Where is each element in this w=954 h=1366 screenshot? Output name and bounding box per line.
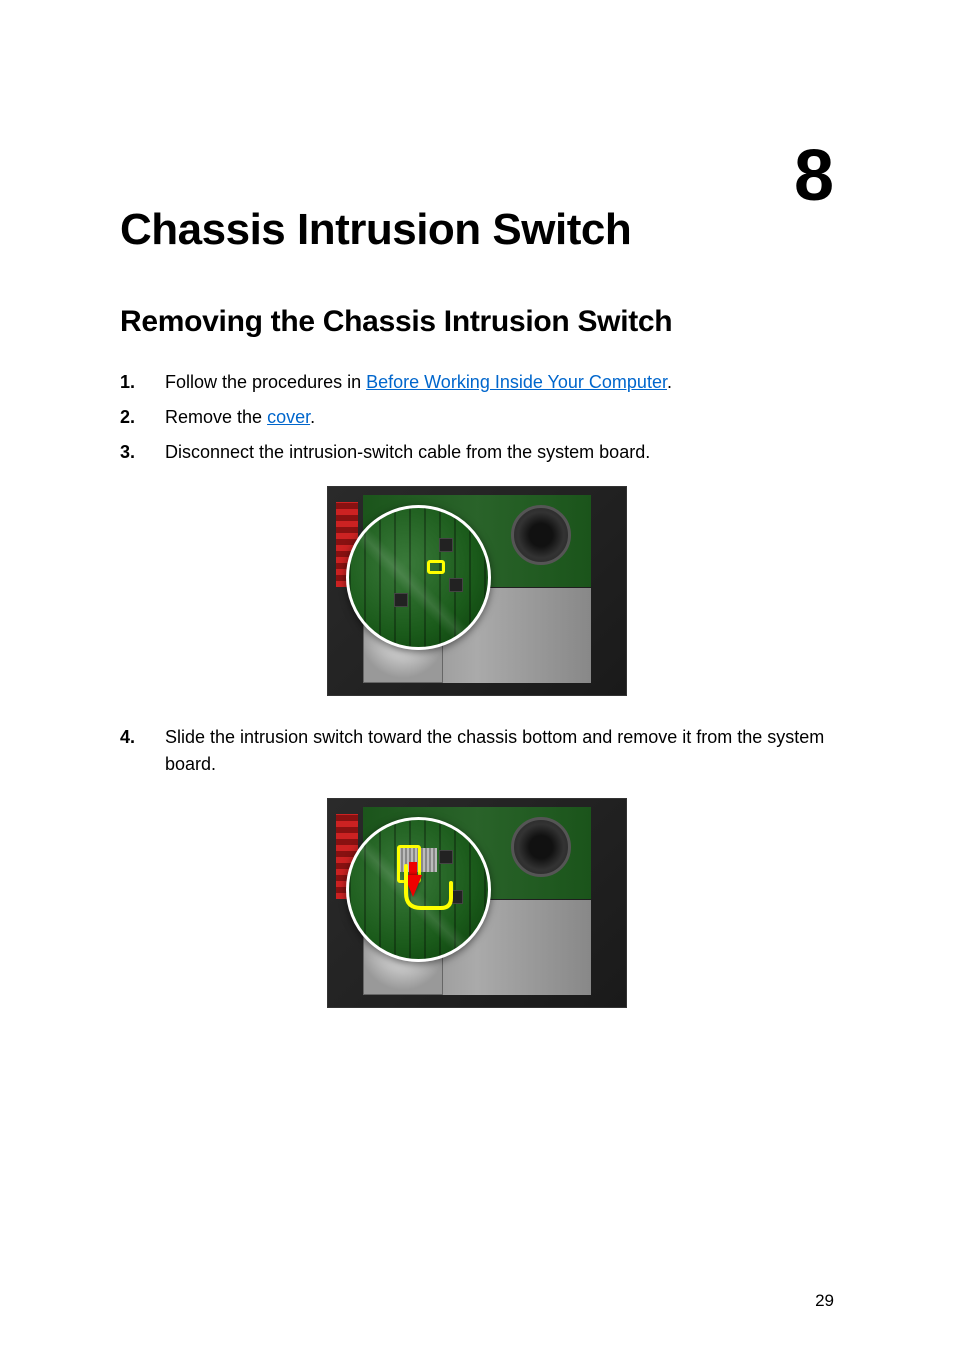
figure-2-image (327, 798, 627, 1008)
chapter-title: Chassis Intrusion Switch (120, 205, 834, 255)
step-text: Remove the cover. (165, 404, 834, 431)
steps-list: 1. Follow the procedures in Before Worki… (120, 369, 834, 466)
highlight-connector-icon (427, 560, 445, 574)
step-text: Slide the intrusion switch toward the ch… (165, 724, 834, 778)
step-number: 4. (120, 724, 165, 751)
step-text-after: . (667, 372, 672, 392)
step-text: Follow the procedures in Before Working … (165, 369, 834, 396)
link-cover[interactable]: cover (267, 407, 310, 427)
step-number: 3. (120, 439, 165, 466)
step-text-before: Follow the procedures in (165, 372, 366, 392)
cpu-fan-icon (511, 505, 571, 565)
step-text-before: Remove the (165, 407, 267, 427)
step-number: 2. (120, 404, 165, 431)
callout-circle-icon (346, 505, 491, 650)
step-1: 1. Follow the procedures in Before Worki… (120, 369, 834, 396)
step-text-content: Slide the intrusion switch toward the ch… (165, 727, 824, 774)
chapter-number: 8 (794, 140, 834, 212)
callout-detail-icon (349, 508, 488, 647)
callout-circle-icon (346, 817, 491, 962)
step-text: Disconnect the intrusion-switch cable fr… (165, 439, 834, 466)
chip-icon (394, 593, 408, 607)
step-2: 2. Remove the cover. (120, 404, 834, 431)
step-text-after: . (310, 407, 315, 427)
chip-icon (449, 578, 463, 592)
page-number: 29 (815, 1291, 834, 1311)
figure-2 (120, 798, 834, 1008)
chip-icon (439, 538, 453, 552)
steps-list-continued: 4. Slide the intrusion switch toward the… (120, 724, 834, 778)
figure-1 (120, 486, 834, 696)
cable-route-icon (391, 858, 461, 928)
step-3: 3. Disconnect the intrusion-switch cable… (120, 439, 834, 466)
figure-1-image (327, 486, 627, 696)
step-text-content: Disconnect the intrusion-switch cable fr… (165, 442, 650, 462)
section-title: Removing the Chassis Intrusion Switch (120, 305, 834, 339)
step-4: 4. Slide the intrusion switch toward the… (120, 724, 834, 778)
link-before-working[interactable]: Before Working Inside Your Computer (366, 372, 667, 392)
step-number: 1. (120, 369, 165, 396)
page-container: 8 Chassis Intrusion Switch Removing the … (0, 0, 954, 1366)
cpu-fan-icon (511, 817, 571, 877)
